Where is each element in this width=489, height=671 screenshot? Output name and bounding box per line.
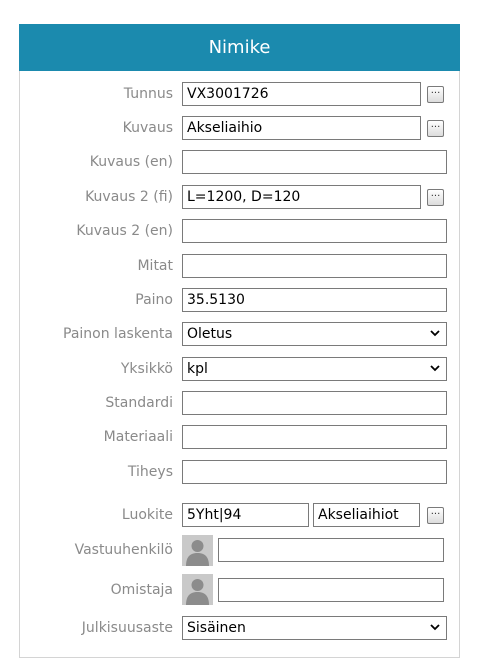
chevron-down-icon: [430, 624, 440, 631]
tunnus-label: Tunnus: [123, 86, 173, 102]
luokite-label: Luokite: [121, 507, 173, 523]
materiaali-input[interactable]: [182, 425, 447, 449]
mitat-label: Mitat: [137, 258, 173, 274]
julkisuusaste-label: Julkisuusaste: [81, 620, 173, 636]
julkisuusaste-value: Sisäinen: [187, 620, 246, 636]
form-title: Nimike: [208, 37, 271, 58]
kuvaus-input[interactable]: Akseliaihio: [182, 116, 421, 140]
vastuuhenkilo-input[interactable]: [218, 538, 444, 562]
kuvaus-en-input[interactable]: [182, 150, 447, 174]
kuvaus-en-label: Kuvaus (en): [89, 154, 173, 170]
tunnus-input[interactable]: VX3001726: [182, 82, 421, 106]
vastuuhenkilo-label: Vastuuhenkilö: [74, 542, 173, 558]
tunnus-ellipsis-button[interactable]: ...: [427, 86, 444, 103]
kuvaus2-en-input[interactable]: [182, 219, 447, 243]
kuvaus2-fi-label: Kuvaus 2 (fi): [85, 189, 173, 205]
kuvaus2-en-label: Kuvaus 2 (en): [76, 223, 173, 239]
chevron-down-icon: [430, 365, 440, 372]
standardi-input[interactable]: [182, 391, 447, 415]
painon-laskenta-select[interactable]: Oletus: [182, 322, 447, 346]
tiheys-label: Tiheys: [127, 464, 173, 480]
julkisuusaste-select[interactable]: Sisäinen: [182, 616, 447, 640]
mitat-input[interactable]: [182, 254, 447, 278]
user-placeholder-icon[interactable]: [182, 535, 213, 566]
yksikko-select[interactable]: kpl: [182, 357, 447, 381]
materiaali-label: Materiaali: [103, 429, 173, 445]
painon-laskenta-value: Oletus: [187, 326, 233, 342]
paino-label: Paino: [135, 292, 173, 308]
chevron-down-icon: [430, 330, 440, 337]
user-placeholder-icon[interactable]: [182, 574, 213, 605]
painon-laskenta-label: Painon laskenta: [63, 326, 173, 342]
omistaja-input[interactable]: [218, 578, 444, 602]
tiheys-input[interactable]: [182, 460, 447, 484]
standardi-label: Standardi: [105, 395, 173, 411]
kuvaus2-fi-input[interactable]: L=1200, D=120: [182, 185, 421, 209]
kuvaus2-fi-ellipsis-button[interactable]: ...: [427, 189, 444, 206]
luokite-code-input[interactable]: 5Yht|94: [182, 503, 309, 527]
yksikko-value: kpl: [187, 361, 208, 377]
yksikko-label: Yksikkö: [120, 361, 173, 377]
form-header: Nimike: [19, 24, 460, 71]
kuvaus-ellipsis-button[interactable]: ...: [427, 120, 444, 137]
luokite-ellipsis-button[interactable]: ...: [427, 507, 444, 524]
luokite-name-input[interactable]: Akseliaihiot: [313, 503, 420, 527]
kuvaus-label: Kuvaus: [122, 120, 173, 136]
omistaja-label: Omistaja: [110, 582, 173, 598]
paino-input[interactable]: 35.5130: [182, 288, 447, 312]
